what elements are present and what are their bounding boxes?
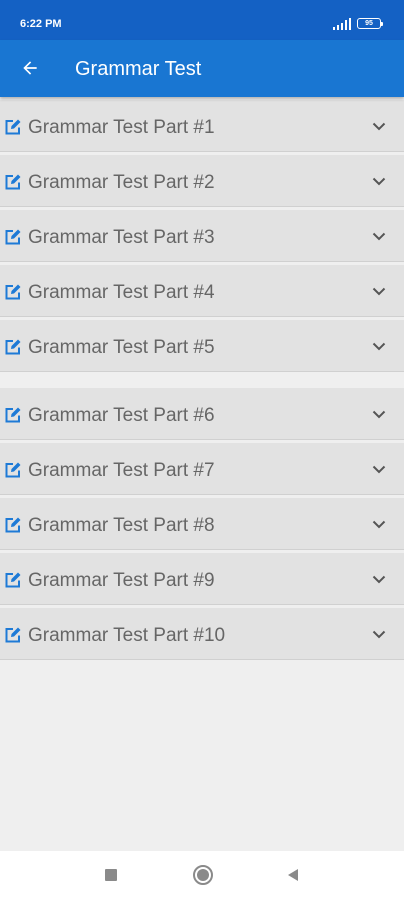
home-circle-icon	[193, 865, 213, 885]
chevron-down-icon[interactable]	[372, 520, 386, 529]
list-item-label: Grammar Test Part #1	[28, 117, 215, 138]
arrow-left-icon	[23, 61, 37, 75]
recents-button[interactable]	[99, 863, 123, 887]
chevron-down-icon[interactable]	[372, 575, 386, 584]
chevron-down-icon[interactable]	[372, 177, 386, 186]
chevron-down-icon[interactable]	[372, 630, 386, 639]
app-bar: Grammar Test	[0, 40, 404, 97]
page-title: Grammar Test	[75, 58, 202, 80]
chevron-down-icon[interactable]	[372, 410, 386, 419]
edit-icon	[5, 229, 21, 245]
back-triangle-icon	[288, 869, 298, 881]
edit-icon	[5, 572, 21, 588]
status-bar: 6:22 PM 95	[0, 0, 404, 40]
system-nav-bar	[0, 851, 404, 900]
list-item-label: Grammar Test Part #6	[28, 405, 215, 426]
list-item-label: Grammar Test Part #7	[28, 460, 215, 481]
list-item[interactable]: Grammar Test Part #5	[0, 320, 404, 372]
edit-icon	[5, 627, 21, 643]
list-item[interactable]: Grammar Test Part #6	[0, 388, 404, 440]
battery-level: 95	[365, 20, 373, 27]
list-item-label: Grammar Test Part #2	[28, 172, 215, 193]
signal-icon	[333, 18, 351, 30]
edit-icon	[5, 339, 21, 355]
edit-icon	[5, 119, 21, 135]
edit-icon	[5, 407, 21, 423]
list-item-label: Grammar Test Part #4	[28, 282, 215, 303]
status-time: 6:22 PM	[20, 18, 62, 30]
recents-square-icon	[105, 869, 117, 881]
home-button[interactable]	[191, 863, 215, 887]
chevron-down-icon[interactable]	[372, 287, 386, 296]
chevron-down-icon[interactable]	[372, 342, 386, 351]
chevron-down-icon[interactable]	[372, 122, 386, 131]
list-item[interactable]: Grammar Test Part #7	[0, 443, 404, 495]
list-item-label: Grammar Test Part #8	[28, 515, 215, 536]
list-item[interactable]: Grammar Test Part #10	[0, 608, 404, 660]
battery-nub	[381, 22, 383, 26]
back-nav-button[interactable]	[281, 863, 305, 887]
list-item[interactable]: Grammar Test Part #9	[0, 553, 404, 605]
edit-icon	[5, 462, 21, 478]
chevron-down-icon[interactable]	[372, 232, 386, 241]
edit-icon	[5, 284, 21, 300]
edit-icon	[5, 517, 21, 533]
list-item-label: Grammar Test Part #5	[28, 337, 215, 358]
back-button[interactable]	[14, 52, 46, 84]
list-item[interactable]: Grammar Test Part #8	[0, 498, 404, 550]
edit-icon	[5, 174, 21, 190]
list-item[interactable]: Grammar Test Part #3	[0, 210, 404, 262]
list-item-label: Grammar Test Part #9	[28, 570, 215, 591]
list-item[interactable]: Grammar Test Part #2	[0, 155, 404, 207]
list-item[interactable]: Grammar Test Part #1	[0, 100, 404, 152]
battery-icon: 95	[357, 18, 383, 29]
chevron-down-icon[interactable]	[372, 465, 386, 474]
list-item-label: Grammar Test Part #10	[28, 625, 226, 646]
list-item-label: Grammar Test Part #3	[28, 227, 215, 248]
list-item[interactable]: Grammar Test Part #4	[0, 265, 404, 317]
